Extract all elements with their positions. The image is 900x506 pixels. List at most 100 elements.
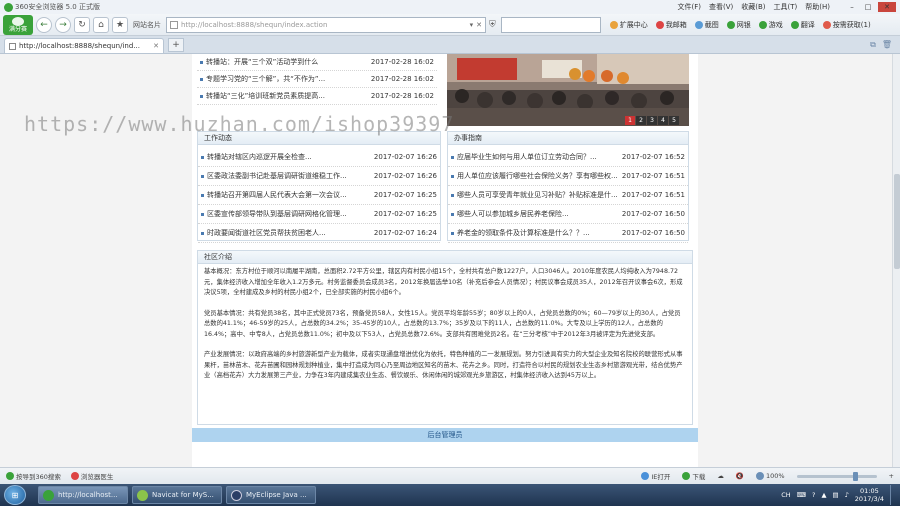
bullet-icon xyxy=(200,77,203,81)
bullet-icon xyxy=(200,60,203,64)
list-item[interactable]: 用人单位应该履行哪些社会保险义务？享有哪些权... 2017-02-07 16:5… xyxy=(448,167,688,186)
carousel-page-2[interactable]: 2 xyxy=(636,116,646,125)
address-dropdown-icon[interactable]: ▾ xyxy=(470,21,474,29)
list-item[interactable]: 养老金的领取条件及计算标准是什么？？... 2017-02-07 16:50 xyxy=(448,224,688,243)
translate-button[interactable]: 翻译 xyxy=(790,20,815,30)
page-scrollbar[interactable] xyxy=(892,54,900,467)
browser-titlebar: 360安全浏览器 5.0 正式版 文件(F) 查看(V) 收藏(B) 工具(T)… xyxy=(0,0,900,14)
list-item[interactable]: 转播站：开展“三个双”活动学到什么 2017-02-28 16:02 xyxy=(197,54,437,71)
carousel-page-3[interactable]: 3 xyxy=(647,116,657,125)
windows-taskbar: ⊞ http://localhost... Navicat for MyS...… xyxy=(0,484,900,506)
restore-tabs-icon[interactable]: ⧉ xyxy=(870,40,876,50)
site-card-label[interactable]: 网站名片 xyxy=(131,20,163,30)
carousel-pager: 1 2 3 4 5 xyxy=(625,116,679,125)
favorite-button[interactable]: ★ xyxy=(112,16,128,33)
list-item[interactable]: 区委政法委副书记赴基层调研街道维稳工作... 2017-02-07 16:26 xyxy=(198,167,440,186)
mute-icon[interactable]: 🔇 xyxy=(736,472,744,480)
list-item[interactable]: 时政要闻街道社区党员帮扶贫困老人... 2017-02-07 16:24 xyxy=(198,224,440,243)
list-item[interactable]: 应届毕业生如何与用人单位订立劳动合同？... 2017-02-07 16:52 xyxy=(448,148,688,167)
carousel-page-4[interactable]: 4 xyxy=(658,116,668,125)
zoom-level[interactable]: 100% xyxy=(755,472,785,480)
panel-title: 社区介绍 xyxy=(198,251,692,264)
ondemand-button[interactable]: 按需获取(1) xyxy=(822,20,871,30)
admin-login-link[interactable]: 后台管理员 xyxy=(192,428,698,442)
menu-file[interactable]: 文件(F) xyxy=(677,2,701,12)
bank-button[interactable]: 网银 xyxy=(726,20,751,30)
window-title: 360安全浏览器 5.0 正式版 xyxy=(15,3,100,11)
ie-open-button[interactable]: IE打开 xyxy=(641,471,670,481)
list-item[interactable]: 区委宣传部领导带队到基层调研网格化管理... 2017-02-07 16:25 xyxy=(198,205,440,224)
shield-icon[interactable]: ⛨ xyxy=(489,20,496,30)
minimize-icon[interactable]: – xyxy=(846,2,858,12)
bullet-icon xyxy=(451,231,454,235)
address-url[interactable]: http://localhost:8888/shequn/index.actio… xyxy=(181,21,327,29)
forward-button[interactable]: → xyxy=(55,16,71,33)
network-icon[interactable]: ▤ xyxy=(832,491,838,499)
intro-paragraph-industry: 产业发展情况：以政府高端的乡村旅游新型产业为载体，成者实现通盘增进优化为依托，特… xyxy=(204,351,683,379)
maximize-icon[interactable]: □ xyxy=(862,2,874,12)
page-icon xyxy=(170,20,178,29)
logo-label: 满分赛 xyxy=(8,25,27,33)
search-input[interactable] xyxy=(500,16,601,33)
panel-title: 办事指南 xyxy=(448,132,688,145)
scrollbar-thumb[interactable] xyxy=(894,174,900,269)
intro-paragraph-overview: 基本概况：东方村位于顺河以南履平湖南，总面积2.72平方公里，辖区内有村民小组1… xyxy=(204,268,683,296)
language-indicator[interactable]: CH xyxy=(781,491,790,499)
top-news-list: 转播站：开展“三个双”活动学到什么 2017-02-28 16:02 专题学习党的… xyxy=(197,54,437,105)
menu-tools[interactable]: 工具(T) xyxy=(774,2,798,12)
carousel-page-1[interactable]: 1 xyxy=(625,116,635,125)
list-item[interactable]: 转播站对辖区内巡逻开展全检查... 2017-02-07 16:26 xyxy=(198,148,440,167)
close-icon[interactable]: ✕ xyxy=(878,2,896,12)
game-button[interactable]: 游戏 xyxy=(758,20,783,30)
carousel-page-5[interactable]: 5 xyxy=(669,116,679,125)
menu-help[interactable]: 帮助(H) xyxy=(805,2,830,12)
tab-localhost[interactable]: http://localhost:8888/shequn/ind... ✕ xyxy=(4,38,164,53)
list-item[interactable]: 转播站“三化”培训班新党员素质提高... 2017-02-28 16:02 xyxy=(197,88,437,105)
translate-icon xyxy=(790,20,799,29)
back-button[interactable]: ← xyxy=(36,16,52,33)
intro-paragraph-party: 党员基本情况：共有党员38名，其中正式党员73名，预备党员58人，女性15人。党… xyxy=(204,309,681,338)
taskbar-browser[interactable]: http://localhost... xyxy=(38,486,128,504)
up-arrow-icon[interactable]: ▲ xyxy=(821,491,826,499)
taskbar-myeclipse[interactable]: MyEclipse Java ... xyxy=(226,486,316,504)
tab-tools: ⧉ 🗑 xyxy=(862,40,900,53)
menu-favorites[interactable]: 收藏(B) xyxy=(741,2,765,12)
zoom-slider[interactable] xyxy=(796,471,877,481)
list-item[interactable]: 哪些人员可享受青年就业见习补贴？补贴标准是什... 2017-02-07 16:5… xyxy=(448,186,688,205)
extension-center[interactable]: 扩展中心 xyxy=(609,20,648,30)
mail-button[interactable]: 我邮箱 xyxy=(655,20,687,30)
guide-panel: 办事指南 应届毕业生如何与用人单位订立劳动合同？... 2017-02-07 16… xyxy=(447,131,689,243)
start-button[interactable]: ⊞ xyxy=(4,485,26,505)
trash-icon[interactable]: 🗑 xyxy=(882,40,892,50)
go-icon[interactable]: ✕ xyxy=(476,21,482,29)
menu-view[interactable]: 查看(V) xyxy=(709,2,733,12)
clock-time: 01:05 xyxy=(860,487,879,495)
list-item[interactable]: 专题学习党的“三个解”，共“不作为”... 2017-02-28 16:02 xyxy=(197,71,437,88)
cloud-icon[interactable]: ☁ xyxy=(717,472,724,480)
screenshot-button[interactable]: 截图 xyxy=(694,20,719,30)
system-clock[interactable]: 01:05 2017/3/4 xyxy=(855,487,884,503)
browser-logo[interactable]: 满分赛 xyxy=(3,14,33,35)
toolbar-extensions: 扩展中心 我邮箱 截图 网银 游戏 翻译 按需获取(1) xyxy=(609,20,871,30)
browser-doctor-button[interactable]: 浏览器医生 xyxy=(70,471,113,481)
download-button[interactable]: 下载 xyxy=(682,471,705,481)
volume-icon[interactable]: ♪ xyxy=(845,491,849,499)
home-button[interactable]: ⌂ xyxy=(93,16,109,33)
list-item[interactable]: 哪些人可以参加城乡居民养老保险... 2017-02-07 16:50 xyxy=(448,205,688,224)
list-item[interactable]: 转播站召开第四届人民代表大会第一次会议... 2017-02-07 16:25 xyxy=(198,186,440,205)
zoom-in-icon[interactable]: + xyxy=(889,472,894,480)
help-icon[interactable]: ? xyxy=(812,491,815,499)
taskbar-navicat[interactable]: Navicat for MyS... xyxy=(132,486,222,504)
photo-carousel[interactable]: 1 2 3 4 5 xyxy=(447,54,689,126)
browser-icon xyxy=(43,489,54,501)
menu-bar: 文件(F) 查看(V) 收藏(B) 工具(T) 帮助(H) – □ ✕ xyxy=(677,2,896,12)
search-360-button[interactable]: 按导到360搜索 xyxy=(6,471,61,481)
refresh-button[interactable]: ↻ xyxy=(74,16,90,33)
tab-close-icon[interactable]: ✕ xyxy=(153,42,159,50)
address-bar[interactable]: http://localhost:8888/shequn/index.actio… xyxy=(166,16,486,33)
work-news-panel: 工作动态 转播站对辖区内巡逻开展全检查... 2017-02-07 16:26 区… xyxy=(197,131,441,243)
new-tab-button[interactable]: + xyxy=(168,38,184,52)
page-viewport: 转播站：开展“三个双”活动学到什么 2017-02-28 16:02 专题学习党的… xyxy=(0,54,892,467)
keyboard-icon[interactable]: ⌨ xyxy=(797,491,806,499)
show-desktop-button[interactable] xyxy=(890,485,896,505)
